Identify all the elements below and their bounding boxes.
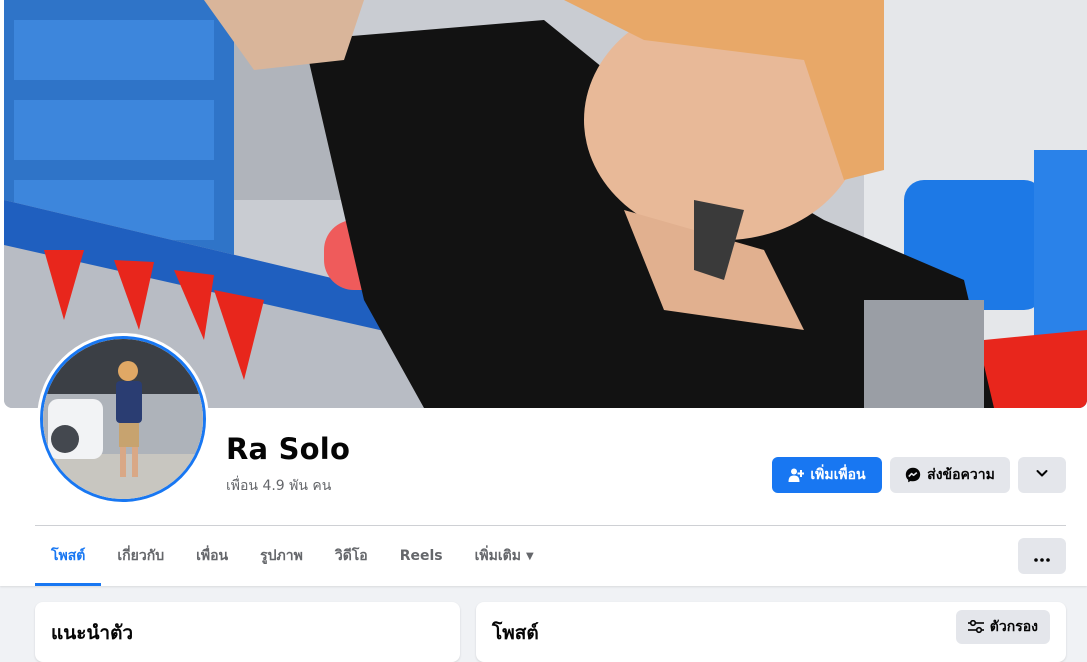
add-friend-label: เพิ่มเพื่อน [810, 467, 866, 483]
avatar[interactable] [40, 336, 206, 502]
chevron-down-icon [1035, 466, 1049, 484]
messenger-icon [905, 467, 921, 483]
intro-card: แนะนำตัว [35, 602, 460, 662]
filter-button[interactable]: ตัวกรอง [955, 610, 1050, 644]
posts-title: โพสต์ [492, 622, 539, 644]
message-label: ส่งข้อความ [927, 467, 995, 483]
three-dots-icon [1034, 547, 1050, 566]
filter-label: ตัวกรอง [989, 619, 1038, 635]
tab-photos[interactable]: รูปภาพ [244, 526, 319, 586]
tab-reels[interactable]: Reels [384, 526, 459, 586]
profile-name: Ra Solo [226, 432, 351, 466]
profile-header: Ra Solo เพื่อน 4.9 พัน คน เพิ่มเพื่อน ส่… [0, 0, 1087, 586]
posts-card: โพสต์ ตัวกรอง [476, 602, 1066, 662]
tab-posts[interactable]: โพสต์ [35, 526, 102, 586]
tab-about[interactable]: เกี่ยวกับ [101, 526, 180, 586]
caret-down-icon: ▼ [525, 550, 534, 562]
message-button[interactable]: ส่งข้อความ [890, 457, 1010, 493]
intro-title: แนะนำตัว [51, 622, 134, 644]
tab-more[interactable]: เพิ่มเติม ▼ [459, 526, 550, 586]
more-actions-button[interactable] [1018, 457, 1066, 493]
profile-options-button[interactable] [1018, 538, 1066, 574]
sliders-icon [967, 620, 984, 634]
add-person-icon [788, 467, 805, 483]
profile-avatar[interactable] [37, 333, 209, 505]
tab-videos[interactable]: วิดีโอ [319, 526, 384, 586]
friends-count[interactable]: เพื่อน 4.9 พัน คน [226, 475, 331, 497]
tab-friends[interactable]: เพื่อน [180, 526, 244, 586]
profile-tabs: โพสต์ เกี่ยวกับ เพื่อน รูปภาพ วิดีโอ Ree… [35, 526, 550, 586]
add-friend-button[interactable]: เพิ่มเพื่อน [772, 457, 882, 493]
